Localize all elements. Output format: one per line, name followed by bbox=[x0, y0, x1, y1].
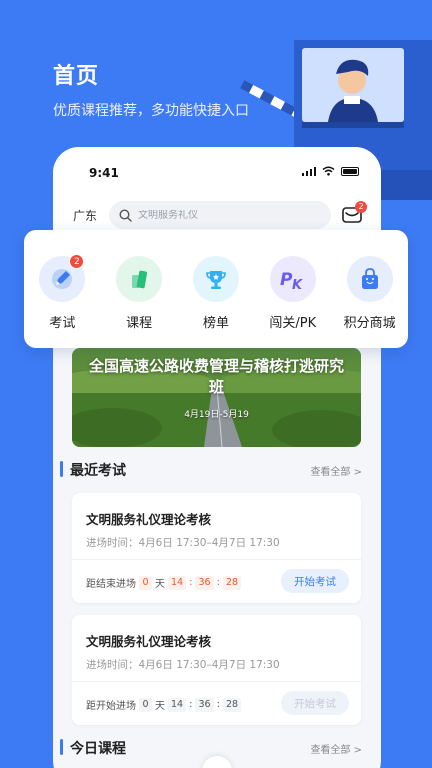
region-selector[interactable]: 广东 bbox=[73, 207, 97, 224]
exam-badge: 2 bbox=[69, 254, 85, 269]
category-label: 闯关/PK bbox=[269, 316, 317, 331]
section-title: 最近考试 bbox=[60, 460, 126, 480]
separator: : bbox=[189, 699, 193, 710]
wifi-icon bbox=[322, 166, 335, 176]
separator: : bbox=[216, 699, 220, 710]
category-ranking[interactable]: 榜单 bbox=[182, 256, 250, 331]
exam-name: 文明服务礼仪理论考核 bbox=[86, 634, 212, 649]
countdown: 距开始进场 0 天 14 : 36 : 28 bbox=[86, 697, 242, 712]
category-label: 考试 bbox=[49, 316, 76, 331]
exam-card[interactable]: 文明服务礼仪理论考核 进场时间：4月6日 17:30–4月7日 17:30 距开… bbox=[72, 615, 361, 725]
view-all-link[interactable]: 查看全部 > bbox=[310, 463, 362, 478]
section-title: 今日课程 bbox=[60, 738, 126, 758]
countdown-days: 0 bbox=[139, 575, 152, 590]
countdown-hours: 14 bbox=[168, 575, 187, 590]
banner-date: 4月19日-5月19 bbox=[184, 410, 249, 420]
shopping-bag-icon bbox=[346, 256, 393, 302]
exam-card[interactable]: 文明服务礼仪理论考核 进场时间：4月6日 17:30–4月7日 17:30 距结… bbox=[72, 493, 361, 603]
start-exam-button-disabled[interactable]: 开始考试 bbox=[281, 691, 349, 715]
countdown-label: 距开始进场 bbox=[86, 701, 136, 712]
countdown-seconds: 28 bbox=[222, 697, 242, 712]
divider bbox=[72, 681, 361, 682]
category-label: 积分商城 bbox=[343, 316, 396, 331]
trophy-icon bbox=[192, 256, 239, 302]
page-subtitle: 优质课程推荐，多功能快捷入口 bbox=[53, 103, 249, 119]
countdown-label: 距结束进场 bbox=[86, 579, 136, 590]
category-label: 课程 bbox=[126, 316, 153, 331]
message-badge: 2 bbox=[355, 201, 367, 213]
countdown-days: 0 bbox=[139, 697, 152, 712]
status-icons bbox=[302, 166, 359, 176]
battery-icon bbox=[341, 166, 359, 176]
exam-name: 文明服务礼仪理论考核 bbox=[86, 512, 212, 527]
countdown-minutes: 36 bbox=[195, 575, 214, 590]
countdown-hours: 14 bbox=[168, 697, 187, 712]
svg-text:K: K bbox=[292, 278, 303, 292]
search-input[interactable] bbox=[138, 209, 308, 221]
search-bar[interactable] bbox=[109, 201, 331, 229]
divider bbox=[72, 559, 361, 560]
countdown: 距结束进场 0 天 14 : 36 : 28 bbox=[86, 575, 242, 590]
today-courses-header: 今日课程 查看全部 > bbox=[60, 738, 362, 758]
pk-icon: P K bbox=[269, 256, 316, 302]
category-course[interactable]: 课程 bbox=[105, 256, 173, 331]
exam-time: 进场时间：4月6日 17:30–4月7日 17:30 bbox=[86, 537, 280, 549]
status-time: 9:41 bbox=[89, 166, 119, 180]
search-icon bbox=[119, 208, 132, 222]
banner-title: 全国高速公路收费管理与稽核打逃研究班 bbox=[88, 357, 344, 396]
course-book-icon bbox=[116, 256, 163, 302]
promo-banner[interactable]: 全国高速公路收费管理与稽核打逃研究班 4月19日-5月19 bbox=[72, 348, 361, 447]
start-exam-button[interactable]: 开始考试 bbox=[281, 569, 349, 593]
quick-entry-card: 2 考试 课程 榜单 P K 闯关/PK 积分商城 bbox=[24, 230, 408, 348]
category-exam[interactable]: 2 考试 bbox=[28, 254, 96, 331]
cellular-signal-icon bbox=[302, 166, 316, 176]
separator: : bbox=[189, 577, 193, 588]
countdown-day-unit: 天 bbox=[155, 701, 165, 712]
separator: : bbox=[216, 577, 220, 588]
countdown-day-unit: 天 bbox=[155, 579, 165, 590]
countdown-seconds: 28 bbox=[222, 575, 242, 590]
recent-exams-header: 最近考试 查看全部 > bbox=[60, 460, 362, 480]
category-label: 榜单 bbox=[202, 316, 229, 331]
page-title: 首页 bbox=[53, 64, 100, 89]
exam-time: 进场时间：4月6日 17:30–4月7日 17:30 bbox=[86, 659, 280, 671]
view-all-link[interactable]: 查看全部 > bbox=[310, 741, 362, 756]
countdown-minutes: 36 bbox=[195, 697, 214, 712]
category-points-mall[interactable]: 积分商城 bbox=[336, 256, 404, 331]
category-pk[interactable]: P K 闯关/PK bbox=[259, 256, 327, 331]
